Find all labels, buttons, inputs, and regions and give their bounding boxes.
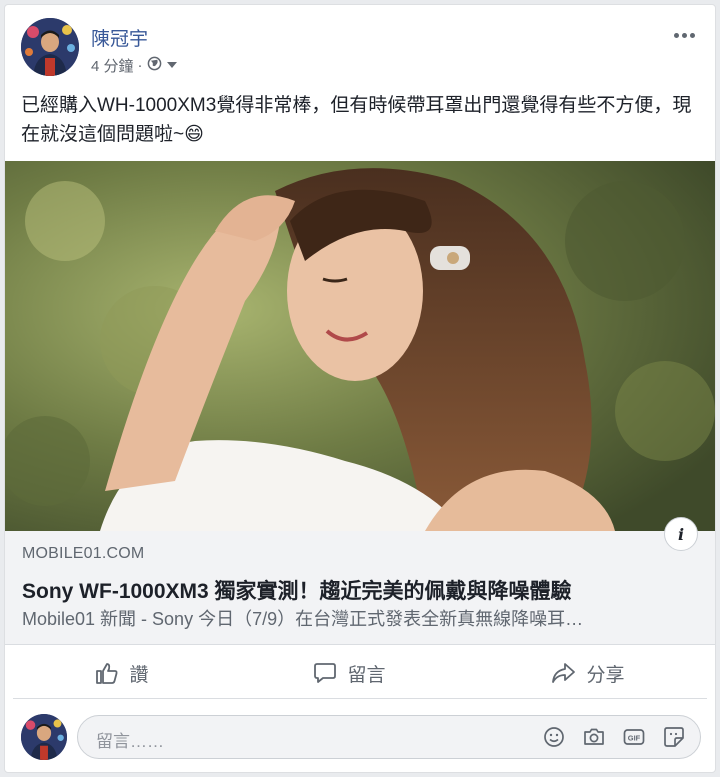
post-actions: 讚 留言 分享 (13, 648, 707, 699)
more-dot-icon (673, 32, 679, 38)
svg-text:GIF: GIF (628, 734, 641, 743)
author-avatar[interactable] (21, 18, 79, 76)
comment-label: 留言 (347, 664, 386, 686)
author-name[interactable]: 陳冠宇 (91, 24, 148, 51)
share-label: 分享 (586, 664, 625, 686)
comment-placeholder: 留言…… (96, 732, 164, 751)
link-title[interactable]: Sony WF-1000XM3 獨家實測！趨近完美的佩戴與降噪體驗 (22, 575, 572, 605)
like-label: 讚 (129, 664, 149, 686)
post-card: 陳冠宇 4 分鐘 · 已經購入WH-1000XM3覺得非常棒，但有時候帶耳罩出門… (4, 4, 716, 773)
sticker-icon[interactable] (662, 725, 688, 751)
post-meta: 4 分鐘 · (91, 55, 178, 76)
share-button[interactable]: 分享 (530, 652, 644, 695)
like-button[interactable]: 讚 (75, 652, 168, 695)
post-header: 陳冠宇 4 分鐘 · (21, 18, 699, 82)
more-dot-icon (689, 32, 695, 38)
link-description: Mobile01 新聞 - Sony 今日（7/9）在台灣正式發表全新真無線降噪… (22, 609, 584, 629)
link-preview-image[interactable] (5, 161, 715, 531)
share-arrow-icon (550, 661, 576, 685)
more-dot-icon (681, 32, 687, 38)
comment-composer: 留言…… GIF (21, 712, 701, 762)
link-preview-meta[interactable]: MOBILE01.COM Sony WF-1000XM3 獨家實測！趨近完美的佩… (5, 531, 715, 645)
comment-button[interactable]: 留言 (293, 652, 405, 695)
commenter-avatar[interactable] (21, 714, 67, 760)
speech-bubble-icon (313, 661, 337, 685)
thumbs-up-icon (95, 661, 119, 685)
gif-icon[interactable]: GIF (622, 725, 648, 751)
comment-input[interactable]: 留言…… GIF (77, 715, 701, 759)
smiley-icon[interactable] (542, 725, 568, 751)
comment-tools: GIF (542, 725, 688, 751)
post-timestamp[interactable]: 4 分鐘 (91, 55, 134, 76)
more-options-button[interactable] (669, 26, 699, 44)
post-text: 已經購入WH-1000XM3覺得非常棒，但有時候帶耳罩出門還覺得有些不方便，現在… (21, 95, 692, 145)
meta-separator: · (137, 57, 143, 74)
camera-icon[interactable] (582, 725, 608, 751)
globe-icon[interactable] (147, 56, 162, 75)
info-button[interactable]: i (664, 517, 698, 551)
link-domain: MOBILE01.COM (22, 545, 145, 562)
caret-down-icon[interactable] (166, 57, 178, 74)
